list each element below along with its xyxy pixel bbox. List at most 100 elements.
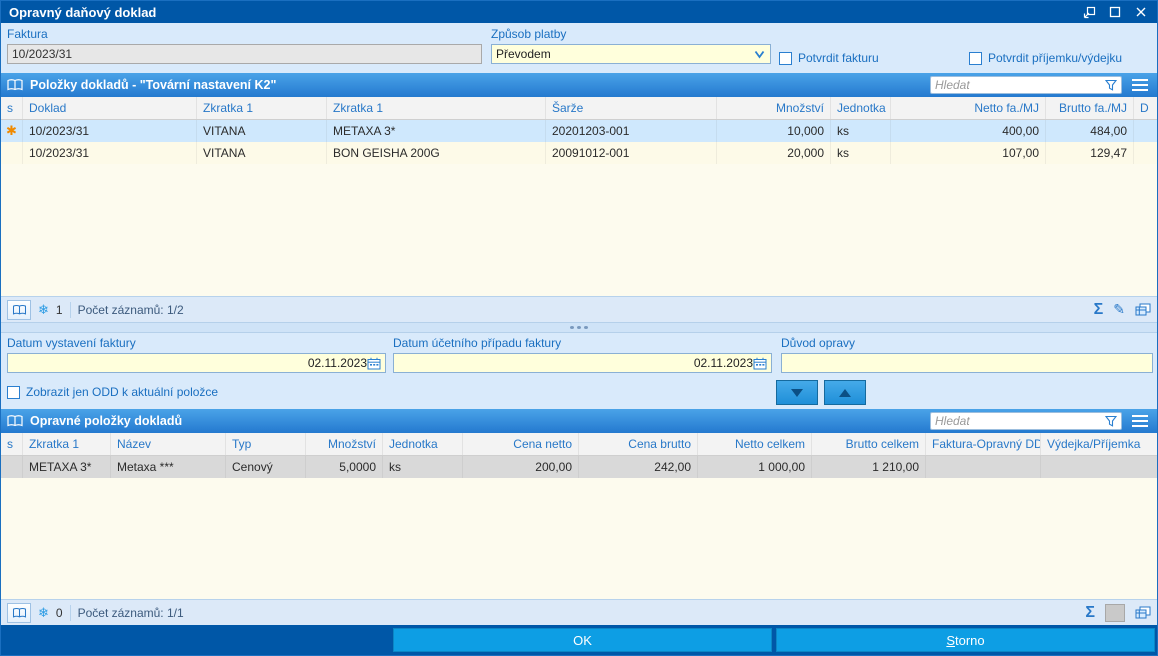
cell-vydejka[interactable] [1041,456,1158,478]
edit-pencil-icon[interactable]: ✎ [1113,301,1125,318]
window-title: Opravný daňový doklad [9,4,157,20]
column-header[interactable]: Zkratka 1 [197,97,327,119]
column-header[interactable]: s [1,97,23,119]
corrective-search-input[interactable] [935,414,1105,428]
cell-zkratka1b[interactable]: METAXA 3* [327,120,546,142]
cell-cena-brutto[interactable]: 242,00 [579,456,698,478]
cell-zkratka1[interactable]: VITANA [197,142,327,164]
cell-brutto[interactable]: 484,00 [1046,120,1134,142]
ok-button[interactable]: OK [393,628,772,652]
book-toggle-icon[interactable] [7,299,31,320]
maximize-icon[interactable] [1105,3,1125,21]
column-header[interactable]: Typ [226,433,306,455]
book-toggle-icon[interactable] [7,602,31,623]
duvod-opravy-input[interactable] [786,356,1148,370]
column-header[interactable]: Cena netto [463,433,579,455]
table-row[interactable]: 10/2023/31 VITANA BON GEISHA 200G 200910… [1,142,1157,164]
items-column-header: s Doklad Zkratka 1 Zkratka 1 Šarže Množs… [1,97,1157,120]
calendar-icon[interactable] [753,357,767,370]
column-header[interactable]: Zkratka 1 [327,97,546,119]
column-header[interactable]: Výdejka/Příjemka [1041,433,1158,455]
arrow-down-icon [791,388,803,397]
window-controls [1079,3,1157,21]
cell-doklad[interactable]: 10/2023/31 [23,142,197,164]
move-down-button[interactable] [776,380,818,405]
column-header[interactable]: Faktura-Opravný DD [926,433,1041,455]
column-header[interactable]: Doklad [23,97,197,119]
cell-mnozstvi[interactable]: 10,000 [717,120,831,142]
cell-zkratka1b[interactable]: BON GEISHA 200G [327,142,546,164]
column-header[interactable]: Jednotka [831,97,891,119]
cell-cena-netto[interactable]: 200,00 [463,456,579,478]
cell-netto-celkem[interactable]: 1 000,00 [698,456,812,478]
cell-netto[interactable]: 107,00 [891,142,1046,164]
cell-netto[interactable]: 400,00 [891,120,1046,142]
cell-jednotka[interactable]: ks [383,456,463,478]
cell-status [1,142,23,164]
cell-zkratka1[interactable]: METAXA 3* [23,456,111,478]
column-header[interactable]: Množství [717,97,831,119]
column-header[interactable]: Jednotka [383,433,463,455]
cell-faktura-odd[interactable] [926,456,1041,478]
column-header[interactable]: Název [111,433,226,455]
cell-brutto-celkem[interactable]: 1 210,00 [812,456,926,478]
splitter-handle[interactable] [1,322,1157,333]
sum-sigma-icon[interactable]: Σ [1094,301,1104,319]
zobrazit-odd-checkbox[interactable] [7,385,20,399]
divider [69,604,71,621]
items-grid-footer: ❄ 1 Počet záznamů: 1/2 Σ ✎ [1,296,1157,322]
zpusob-platby-select[interactable]: Převodem [491,44,771,64]
potvrdit-fakturu-checkbox[interactable] [779,51,792,65]
column-header[interactable]: Netto celkem [698,433,812,455]
close-icon[interactable] [1131,3,1151,21]
cell-mnozstvi[interactable]: 5,0000 [306,456,383,478]
sum-sigma-icon[interactable]: Σ [1085,604,1095,622]
float-window-icon[interactable] [1079,3,1099,21]
items-grid-panel: Položky dokladů - "Tovární nastavení K2"… [1,73,1157,322]
records-count-text: Počet záznamů: 1/2 [77,302,184,317]
cell-nazev[interactable]: Metaxa *** [111,456,226,478]
cell-zkratka1[interactable]: VITANA [197,120,327,142]
cell-doklad[interactable]: 10/2023/31 [23,120,197,142]
column-header[interactable]: Netto fa./MJ [891,97,1046,119]
arrow-up-icon [839,388,851,397]
filter-funnel-icon[interactable] [1105,79,1117,91]
cell-d[interactable] [1134,120,1158,142]
cell-jednotka[interactable]: ks [831,120,891,142]
column-header[interactable]: Šarže [546,97,717,119]
edit-disabled-icon [1105,603,1125,622]
column-header[interactable]: Zkratka 1 [23,433,111,455]
book-icon [7,415,23,427]
cell-brutto[interactable]: 129,47 [1046,142,1134,164]
move-up-button[interactable] [824,380,866,405]
items-search-input[interactable] [935,78,1105,92]
cell-d[interactable] [1134,142,1158,164]
column-header[interactable]: Množství [306,433,383,455]
datum-vystaveni-input[interactable] [12,356,367,370]
cell-mnozstvi[interactable]: 20,000 [717,142,831,164]
copy-table-icon[interactable] [1135,303,1151,317]
items-grid-empty-area[interactable] [1,164,1157,296]
column-header[interactable]: s [1,433,23,455]
filter-funnel-icon[interactable] [1105,415,1117,427]
column-header[interactable]: Brutto celkem [812,433,926,455]
column-header[interactable]: Brutto fa./MJ [1046,97,1134,119]
column-header[interactable]: Cena brutto [579,433,698,455]
cell-typ[interactable]: Cenový [226,456,306,478]
cell-jednotka[interactable]: ks [831,142,891,164]
grid-menu-icon[interactable] [1129,77,1151,93]
datum-ucetni-input[interactable] [398,356,753,370]
potvrdit-prijemku-checkbox[interactable] [969,51,982,65]
cell-sarze[interactable]: 20201203-001 [546,120,717,142]
storno-button[interactable]: Storno [776,628,1155,652]
table-row[interactable]: ✱ 10/2023/31 VITANA METAXA 3* 20201203-0… [1,120,1157,142]
column-header[interactable]: D [1134,97,1158,119]
copy-table-icon[interactable] [1135,606,1151,620]
corrective-grid-empty-area[interactable] [1,478,1157,599]
calendar-icon[interactable] [367,357,381,370]
datum-ucetni-label: Datum účetního případu faktury [393,336,562,350]
cell-sarze[interactable]: 20091012-001 [546,142,717,164]
grid-menu-icon[interactable] [1129,413,1151,429]
faktura-field[interactable] [12,47,477,61]
table-row[interactable]: METAXA 3* Metaxa *** Cenový 5,0000 ks 20… [1,456,1157,478]
